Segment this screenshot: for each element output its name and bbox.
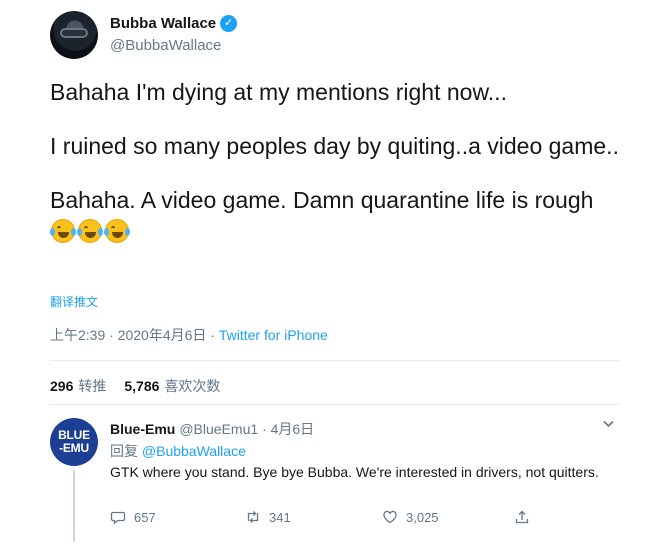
divider bbox=[50, 404, 620, 405]
share-button[interactable] bbox=[514, 509, 530, 525]
chevron-down-icon[interactable] bbox=[602, 417, 615, 433]
tears-of-joy-emoji-icon bbox=[104, 219, 130, 243]
comment-icon bbox=[110, 511, 126, 525]
tweet-text: Bahaha I'm dying at my mentions right no… bbox=[50, 76, 620, 248]
reply-handle-date[interactable]: @BlueEmu1 · 4月6日 bbox=[179, 421, 314, 437]
retweets-stat[interactable]: 296 转推 bbox=[50, 376, 106, 396]
like-count: 3,025 bbox=[406, 509, 439, 525]
reply-header: Blue-Emu @BlueEmu1 · 4月6日 bbox=[110, 419, 314, 439]
tweet-stats: 296 转推 5,786 喜欢次数 bbox=[50, 376, 220, 396]
like-button[interactable]: 3,025 bbox=[382, 509, 439, 525]
retweet-icon bbox=[247, 511, 259, 523]
helmet-visor bbox=[60, 28, 88, 38]
reply-author-name[interactable]: Blue-Emu bbox=[110, 421, 175, 437]
tweet-paragraph-1: Bahaha I'm dying at my mentions right no… bbox=[50, 79, 507, 105]
replying-to-prefix: 回复 bbox=[110, 443, 142, 459]
author-name-text: Bubba Wallace bbox=[110, 15, 217, 32]
share-icon bbox=[515, 510, 529, 524]
verified-badge-icon: ✓ bbox=[220, 15, 238, 32]
reply-actions: 657 341 3,025 bbox=[110, 509, 540, 531]
tweet-author-avatar[interactable] bbox=[50, 11, 98, 59]
author-handle[interactable]: @BubbaWallace bbox=[110, 37, 221, 54]
reply-count: 657 bbox=[134, 509, 156, 525]
reply-button[interactable]: 657 bbox=[110, 509, 156, 525]
tweet-paragraph-2: I ruined so many peoples day by quiting.… bbox=[50, 133, 619, 159]
likes-label: 喜欢次数 bbox=[164, 378, 221, 394]
retweet-count: 341 bbox=[269, 509, 291, 525]
emoji-row bbox=[50, 219, 130, 243]
tweet-timestamp[interactable]: 上午2:39 · 2020年4月6日 · bbox=[50, 327, 219, 343]
retweet-button[interactable]: 341 bbox=[245, 509, 291, 525]
retweets-label: 转推 bbox=[78, 378, 107, 394]
heart-icon bbox=[383, 510, 397, 524]
reply-text: GTK where you stand. Bye bye Bubba. We'r… bbox=[110, 464, 599, 480]
avatar-logo-line-2: -EMU bbox=[59, 441, 89, 455]
divider bbox=[50, 360, 620, 361]
translate-tweet-link[interactable]: 翻译推文 bbox=[50, 293, 98, 310]
tears-of-joy-emoji-icon bbox=[77, 219, 103, 243]
tweet-meta: 上午2:39 · 2020年4月6日 · Twitter for iPhone bbox=[50, 325, 328, 345]
tweet-paragraph-3-text: Bahaha. A video game. Damn quarantine li… bbox=[50, 187, 594, 213]
likes-count: 5,786 bbox=[124, 378, 160, 394]
replying-to: 回复 @BubbaWallace bbox=[110, 441, 246, 461]
reply-author-avatar[interactable]: BLUE -EMU bbox=[50, 418, 98, 466]
thread-line bbox=[73, 470, 75, 542]
tweet-source-link[interactable]: Twitter for iPhone bbox=[219, 327, 328, 343]
retweets-count: 296 bbox=[50, 378, 74, 394]
tweet-paragraph-3: Bahaha. A video game. Damn quarantine li… bbox=[50, 184, 620, 248]
tears-of-joy-emoji-icon bbox=[50, 219, 76, 243]
likes-stat[interactable]: 5,786 喜欢次数 bbox=[124, 376, 220, 396]
author-name[interactable]: Bubba Wallace ✓ bbox=[110, 15, 238, 32]
reply-mention-link[interactable]: @BubbaWallace bbox=[142, 443, 246, 459]
